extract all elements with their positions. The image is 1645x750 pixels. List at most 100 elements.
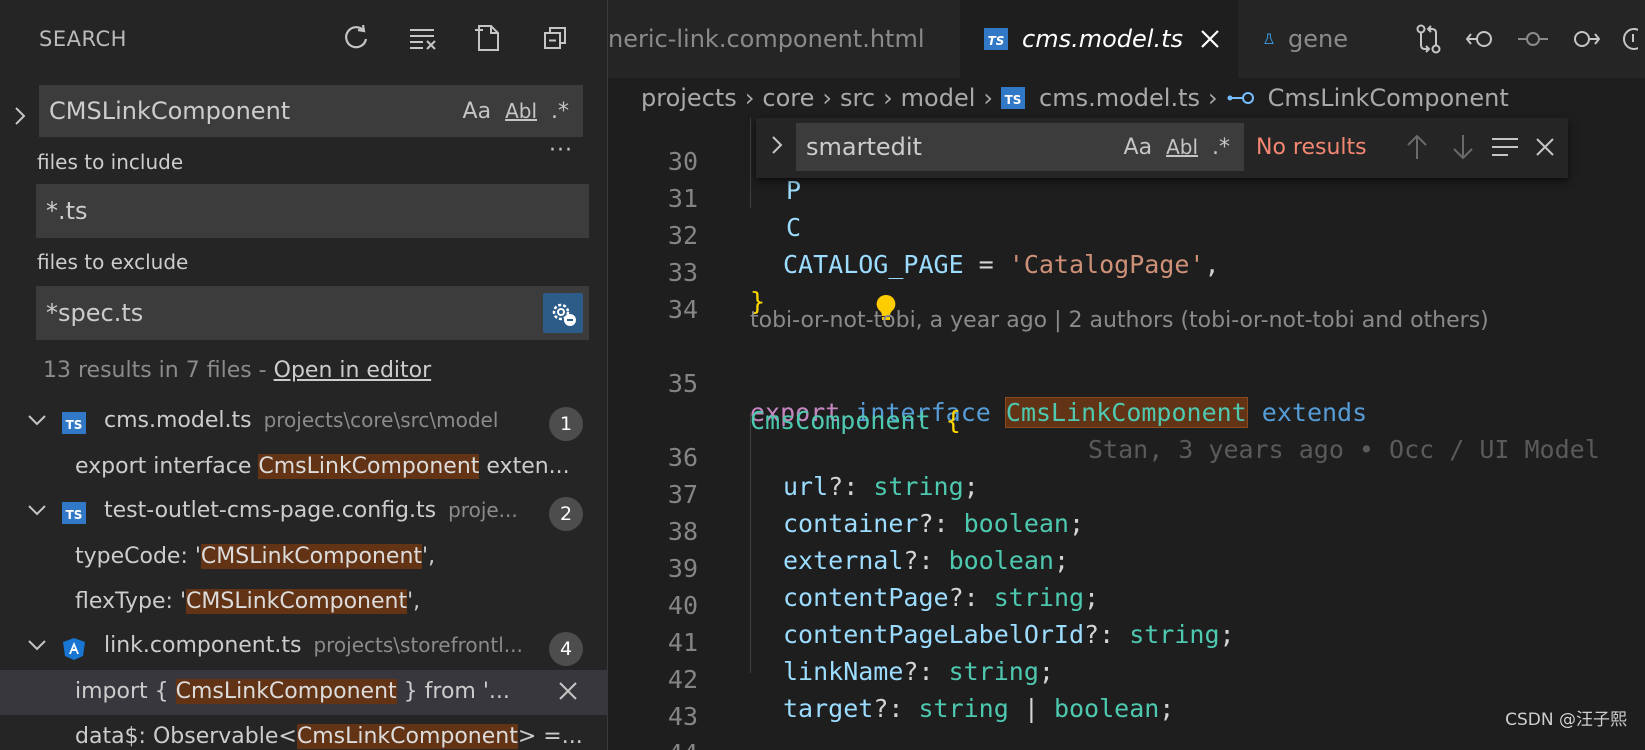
use-regex-toggle[interactable]: .* bbox=[1212, 135, 1230, 160]
use-exclude-settings-button[interactable] bbox=[543, 293, 583, 333]
editor-actions bbox=[1393, 0, 1645, 78]
open-changes-button[interactable] bbox=[1403, 13, 1455, 65]
flask-icon bbox=[1264, 33, 1274, 45]
code-line: 38 external?: boolean; bbox=[608, 488, 1645, 575]
code-line: 43 bbox=[608, 673, 1645, 731]
match-case-toggle[interactable]: Aa bbox=[463, 99, 492, 124]
sidebar-title: SEARCH bbox=[39, 27, 127, 51]
files-to-include-value: *.ts bbox=[46, 197, 88, 225]
code-line: 33 } bbox=[608, 229, 1645, 316]
svg-text:TS: TS bbox=[988, 34, 1005, 48]
result-count-badge: 1 bbox=[549, 407, 583, 441]
typescript-file-icon: TS bbox=[1001, 87, 1026, 109]
code-line: 42 target?: string | boolean; bbox=[608, 636, 1645, 723]
chevron-down-icon bbox=[28, 505, 46, 516]
current-change-button[interactable] bbox=[1507, 13, 1559, 65]
breadcrumb-item[interactable]: model bbox=[901, 84, 976, 112]
toggle-replace-button[interactable] bbox=[10, 100, 30, 132]
code-line: 40 contentPageLabelOrId?: string; bbox=[608, 562, 1645, 649]
close-find-button[interactable] bbox=[1526, 128, 1564, 166]
breadcrumb-file[interactable]: TS cms.model.ts bbox=[1001, 84, 1200, 112]
open-in-editor-link[interactable]: Open in editor bbox=[274, 358, 432, 383]
result-match-item[interactable]: data$: Observable<CmsLinkComponent> =... bbox=[0, 715, 607, 750]
code-line: 37 container?: boolean; bbox=[608, 451, 1645, 538]
result-file-path: projects\core\src\model bbox=[263, 408, 499, 432]
collapse-all-button[interactable] bbox=[535, 20, 575, 56]
result-match-item[interactable]: typeCode: 'CMSLinkComponent', bbox=[0, 535, 607, 580]
toggle-search-details-button[interactable]: ··· bbox=[549, 138, 573, 163]
tab-generic-link-html[interactable]: neric-link.component.html bbox=[608, 0, 960, 78]
line-number: 44 bbox=[608, 739, 698, 750]
breadcrumb: projects › core › src › model › TS cms.m… bbox=[608, 78, 1645, 118]
result-match-item-selected[interactable]: import { CmsLinkComponent } from '... bbox=[0, 670, 607, 715]
find-in-selection-button[interactable] bbox=[1486, 128, 1524, 166]
match-case-toggle[interactable]: Aa bbox=[1124, 135, 1153, 160]
chevron-down-icon bbox=[28, 415, 46, 426]
chevron-down-icon bbox=[28, 640, 46, 651]
refresh-button[interactable] bbox=[336, 20, 376, 56]
find-input-value: smartedit bbox=[806, 133, 922, 161]
git-blame-codelens[interactable]: tobi-or-not-tobi, a year ago | 2 authors… bbox=[608, 306, 1645, 344]
find-input[interactable]: smartedit Aa Abl .* bbox=[796, 123, 1244, 171]
result-match-item[interactable]: export interface CmsLinkComponent exten.… bbox=[0, 445, 607, 490]
git-commit-icon bbox=[1518, 32, 1548, 46]
more-actions-button[interactable] bbox=[1611, 13, 1645, 65]
files-to-exclude-label: files to exclude bbox=[37, 250, 189, 274]
arrow-down-icon bbox=[1453, 135, 1473, 160]
breadcrumb-item[interactable]: core bbox=[762, 84, 814, 112]
sidebar-header: SEARCH bbox=[0, 0, 607, 78]
breadcrumb-item[interactable]: projects bbox=[641, 84, 737, 112]
search-input[interactable]: CMSLinkComponent Aa Abl .* bbox=[39, 85, 583, 137]
svg-text:TS: TS bbox=[66, 418, 83, 432]
close-icon bbox=[1536, 138, 1554, 156]
code-line: 34 bbox=[608, 266, 1645, 324]
dismiss-result-icon[interactable] bbox=[557, 680, 579, 702]
match-whole-word-toggle[interactable]: Abl bbox=[505, 99, 537, 123]
next-change-button[interactable] bbox=[1559, 13, 1611, 65]
search-form: CMSLinkComponent Aa Abl .* ··· files to … bbox=[0, 78, 607, 403]
result-file-cms-model[interactable]: TS cms.model.ts projects\core\src\model 1 bbox=[0, 400, 607, 445]
result-file-name: link.component.ts projects\storefrontl... bbox=[104, 633, 523, 658]
chevron-right-icon: › bbox=[983, 84, 994, 112]
result-file-name: test-outlet-cms-page.config.ts proje... bbox=[104, 498, 518, 523]
previous-change-button[interactable] bbox=[1455, 13, 1507, 65]
selection-lines-icon bbox=[1492, 138, 1518, 156]
toggle-replace-button[interactable] bbox=[770, 132, 784, 162]
previous-match-button[interactable] bbox=[1398, 128, 1436, 166]
results-count-text: 13 results in 7 files - bbox=[43, 358, 274, 383]
svg-text:TS: TS bbox=[1005, 93, 1022, 107]
result-count-badge: 2 bbox=[549, 497, 583, 531]
use-regex-toggle[interactable]: .* bbox=[551, 99, 569, 124]
results-summary: 13 results in 7 files - Open in editor bbox=[43, 358, 431, 383]
match-whole-word-toggle[interactable]: Abl bbox=[1166, 135, 1198, 159]
editor-area: neric-link.component.html TS cms.model.t… bbox=[608, 0, 1645, 750]
close-icon[interactable] bbox=[1199, 28, 1221, 50]
breadcrumb-item[interactable]: src bbox=[840, 84, 875, 112]
code-line-wrapped: CmsComponent { Stan, 3 years ago • Occ /… bbox=[750, 406, 1600, 464]
files-to-include-input[interactable]: *.ts bbox=[36, 184, 589, 238]
chevron-right-icon: › bbox=[822, 84, 833, 112]
next-match-button[interactable] bbox=[1444, 128, 1482, 166]
code-line: 39 contentPage?: string; bbox=[608, 525, 1645, 612]
chevron-right-icon: › bbox=[883, 84, 893, 112]
clear-results-button[interactable] bbox=[403, 20, 443, 56]
chevron-right-icon bbox=[772, 136, 783, 154]
typescript-file-icon: TS bbox=[62, 502, 86, 524]
result-match-item[interactable]: flexType: 'CMSLinkComponent', bbox=[0, 580, 607, 625]
breadcrumb-symbol[interactable]: CmsLinkComponent bbox=[1226, 84, 1509, 112]
collapse-all-icon bbox=[544, 27, 566, 49]
files-to-include-label: files to include bbox=[37, 150, 184, 174]
result-file-test-outlet[interactable]: TS test-outlet-cms-page.config.ts proje..… bbox=[0, 490, 607, 535]
typescript-file-icon: TS bbox=[984, 28, 1008, 50]
chevron-right-icon: › bbox=[744, 84, 755, 112]
code-editor[interactable]: 30 P 31 C 32 CATALOG_PAGE = 'CatalogPage… bbox=[608, 118, 1645, 750]
refresh-icon bbox=[345, 24, 368, 49]
new-search-editor-button[interactable] bbox=[468, 20, 508, 56]
tab-generic-spec[interactable]: gene bbox=[1238, 0, 1348, 78]
result-file-link-component[interactable]: link.component.ts projects\storefrontl...… bbox=[0, 625, 607, 670]
search-results-tree: TS cms.model.ts projects\core\src\model 1… bbox=[0, 400, 607, 750]
new-file-icon bbox=[475, 25, 499, 51]
tab-cms-model-ts[interactable]: TS cms.model.ts bbox=[960, 0, 1238, 78]
editor-tab-bar: neric-link.component.html TS cms.model.t… bbox=[608, 0, 1645, 78]
files-to-exclude-input[interactable]: *spec.ts bbox=[36, 286, 589, 340]
